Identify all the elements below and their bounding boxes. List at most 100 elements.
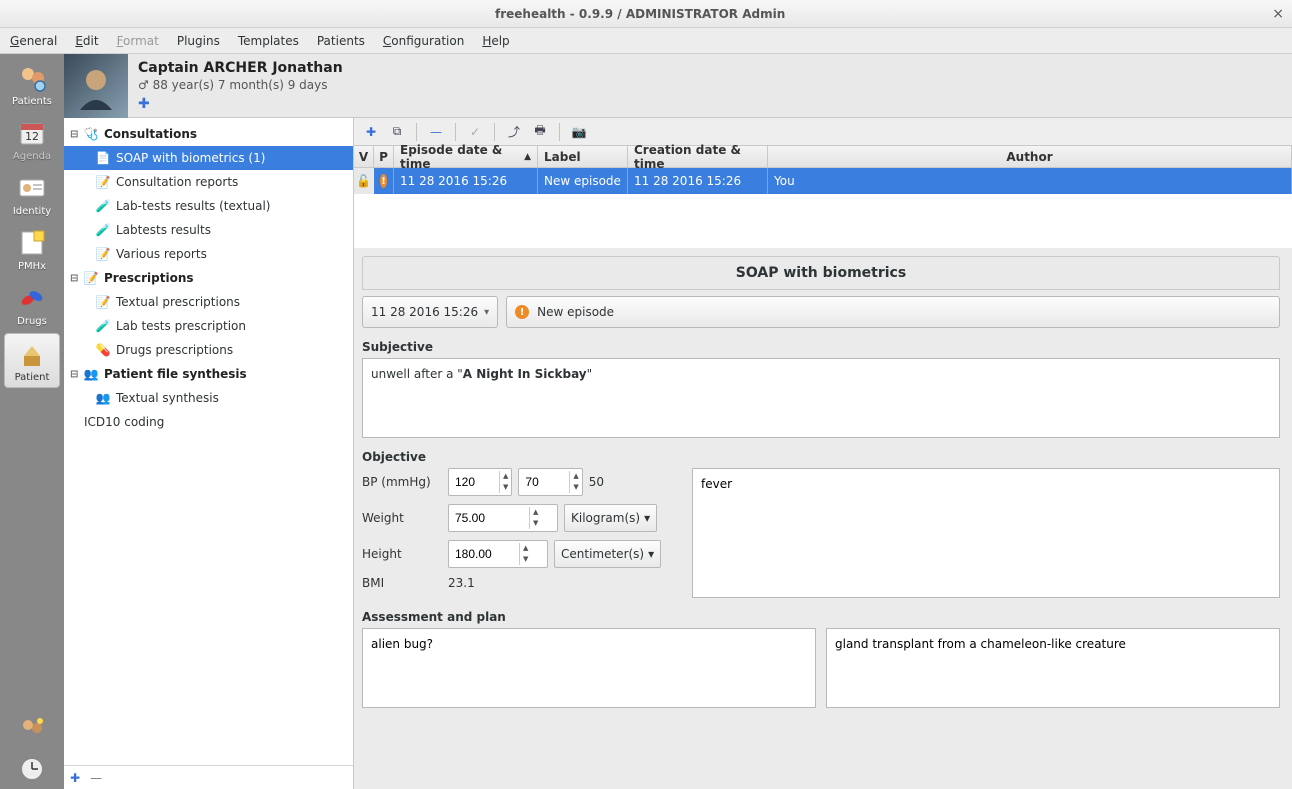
col-v[interactable]: V [354,146,374,167]
bp-label: BP (mmHg) [362,475,442,489]
patient-name: Captain ARCHER Jonathan [138,60,1282,76]
subjective-textarea[interactable]: unwell after a "A Night In Sickbay" [362,358,1280,438]
bp-diastolic-input[interactable]: ▲▼ [518,468,582,496]
print-icon[interactable]: 🖶 [529,121,551,143]
bp-systolic-input[interactable]: ▲▼ [448,468,512,496]
spin-down-icon: ▼ [520,554,531,565]
objective-label: Objective [362,450,1280,464]
col-label[interactable]: Label [538,146,628,167]
patient-header: Captain ARCHER Jonathan ♂ 88 year(s) 7 m… [64,54,1292,118]
rail-users[interactable] [4,707,60,747]
chevron-down-icon: ▾ [644,511,650,525]
chevron-down-icon: ▾ [648,547,654,561]
datetime-select[interactable]: 11 28 2016 15:26 ▾ [362,296,498,328]
patients-icon [16,62,48,94]
height-input[interactable]: ▲▼ [448,540,548,568]
rail-identity[interactable]: Identity [4,168,60,221]
weight-unit-select[interactable]: Kilogram(s)▾ [564,504,657,532]
menu-help[interactable]: Help [482,34,509,48]
menu-patients[interactable]: Patients [317,34,365,48]
rail-clock[interactable] [4,749,60,789]
export-icon[interactable]: ⤴ [503,121,525,143]
episode-label-input[interactable]: ! New episode [506,296,1280,328]
plan-textarea[interactable]: gland transplant from a chameleon-like c… [826,628,1280,708]
tree-remove-icon[interactable]: — [90,771,102,785]
rail-pmhx[interactable]: PMHx [4,223,60,276]
rail-label: Patient [15,372,50,383]
cell-author: You [768,168,1292,194]
tree-item-various[interactable]: 📝Various reports [64,242,353,266]
spin-down-icon: ▼ [500,482,511,493]
tree-item-textsynth[interactable]: 👥Textual synthesis [64,386,353,410]
col-date[interactable]: Episode date & time▲ [394,146,538,167]
assessment-textarea[interactable]: alien bug? [362,628,816,708]
spin-up-icon: ▲ [520,543,531,554]
tree-footer: ✚ — [64,765,353,789]
rail-label: Identity [13,206,51,217]
cell-date: 11 28 2016 15:26 [394,168,538,194]
menu-general[interactable]: General [10,34,57,48]
chevron-down-icon: ▾ [484,307,489,318]
svg-text:12: 12 [25,130,39,143]
tree-group-consultations[interactable]: ⊟🩺Consultations [64,122,353,146]
table-row[interactable]: 🔓 ! 11 28 2016 15:26 New episode 11 28 2… [354,168,1292,194]
menubar: General Edit Format Plugins Templates Pa… [0,28,1292,54]
col-p[interactable]: P [374,146,394,167]
clock-icon [16,753,48,785]
cell-label: New episode [538,168,628,194]
pmhx-icon [16,227,48,259]
col-author[interactable]: Author [768,146,1292,167]
add-patient-action-icon[interactable]: ✚ [138,96,1282,112]
menu-plugins[interactable]: Plugins [177,34,220,48]
bmi-value: 23.1 [448,576,475,590]
col-creation[interactable]: Creation date & time [628,146,768,167]
remove-icon[interactable]: — [425,121,447,143]
tree-item-textpresc[interactable]: 📝Textual prescriptions [64,290,353,314]
subjective-label: Subjective [362,340,1280,354]
menu-edit[interactable]: Edit [75,34,98,48]
spin-up-icon: ▲ [500,471,511,482]
rail-patient[interactable]: Patient [4,333,60,388]
copy-icon[interactable]: ⧉ [386,121,408,143]
patient-age: ♂ 88 year(s) 7 month(s) 9 days [138,78,1282,92]
rail-drugs[interactable]: Drugs [4,278,60,331]
tree-panel: ⊟🩺Consultations 📄SOAP with biometrics (1… [64,118,354,789]
objective-notes-textarea[interactable]: fever [692,468,1280,598]
close-icon[interactable]: × [1272,6,1284,22]
tree-item-labtext[interactable]: 🧪Lab-tests results (textual) [64,194,353,218]
calendar-icon: 12 [16,117,48,149]
lock-icon: 🔓 [354,168,374,194]
spin-up-icon: ▲ [530,507,541,518]
menu-configuration[interactable]: Configuration [383,34,464,48]
tree-item-labres[interactable]: 🧪Labtests results [64,218,353,242]
rail-label: PMHx [18,261,46,272]
identity-icon [16,172,48,204]
cell-creation: 11 28 2016 15:26 [628,168,768,194]
add-episode-icon[interactable]: ✚ [360,121,382,143]
tree-add-icon[interactable]: ✚ [70,771,80,785]
tree-item-reports[interactable]: 📝Consultation reports [64,170,353,194]
spin-down-icon: ▼ [530,518,541,529]
patient-avatar [64,54,128,118]
weight-input[interactable]: ▲▼ [448,504,558,532]
rail-label: Patients [12,96,52,107]
menu-templates[interactable]: Templates [238,34,299,48]
menu-format: Format [117,34,159,48]
weight-label: Weight [362,511,442,525]
tree-item-labpresc[interactable]: 🧪Lab tests prescription [64,314,353,338]
priority-cell: ! [374,168,394,194]
camera-icon[interactable]: 📷 [568,121,590,143]
spin-up-icon: ▲ [570,471,581,482]
rail-patients[interactable]: Patients [4,58,60,111]
height-unit-select[interactable]: Centimeter(s)▾ [554,540,661,568]
tree-group-prescriptions[interactable]: ⊟📝Prescriptions [64,266,353,290]
rail-agenda[interactable]: 12 Agenda [4,113,60,166]
left-rail: Patients 12 Agenda Identity PMHx Drugs P… [0,54,64,789]
patient-icon [16,338,48,370]
form-title: SOAP with biometrics [362,256,1280,290]
tree-group-synthesis[interactable]: ⊟👥Patient file synthesis [64,362,353,386]
check-icon[interactable]: ✓ [464,121,486,143]
tree-item-icd10[interactable]: ICD10 coding [64,410,353,434]
tree-item-drugpresc[interactable]: 💊Drugs prescriptions [64,338,353,362]
tree-item-soap[interactable]: 📄SOAP with biometrics (1) [64,146,353,170]
